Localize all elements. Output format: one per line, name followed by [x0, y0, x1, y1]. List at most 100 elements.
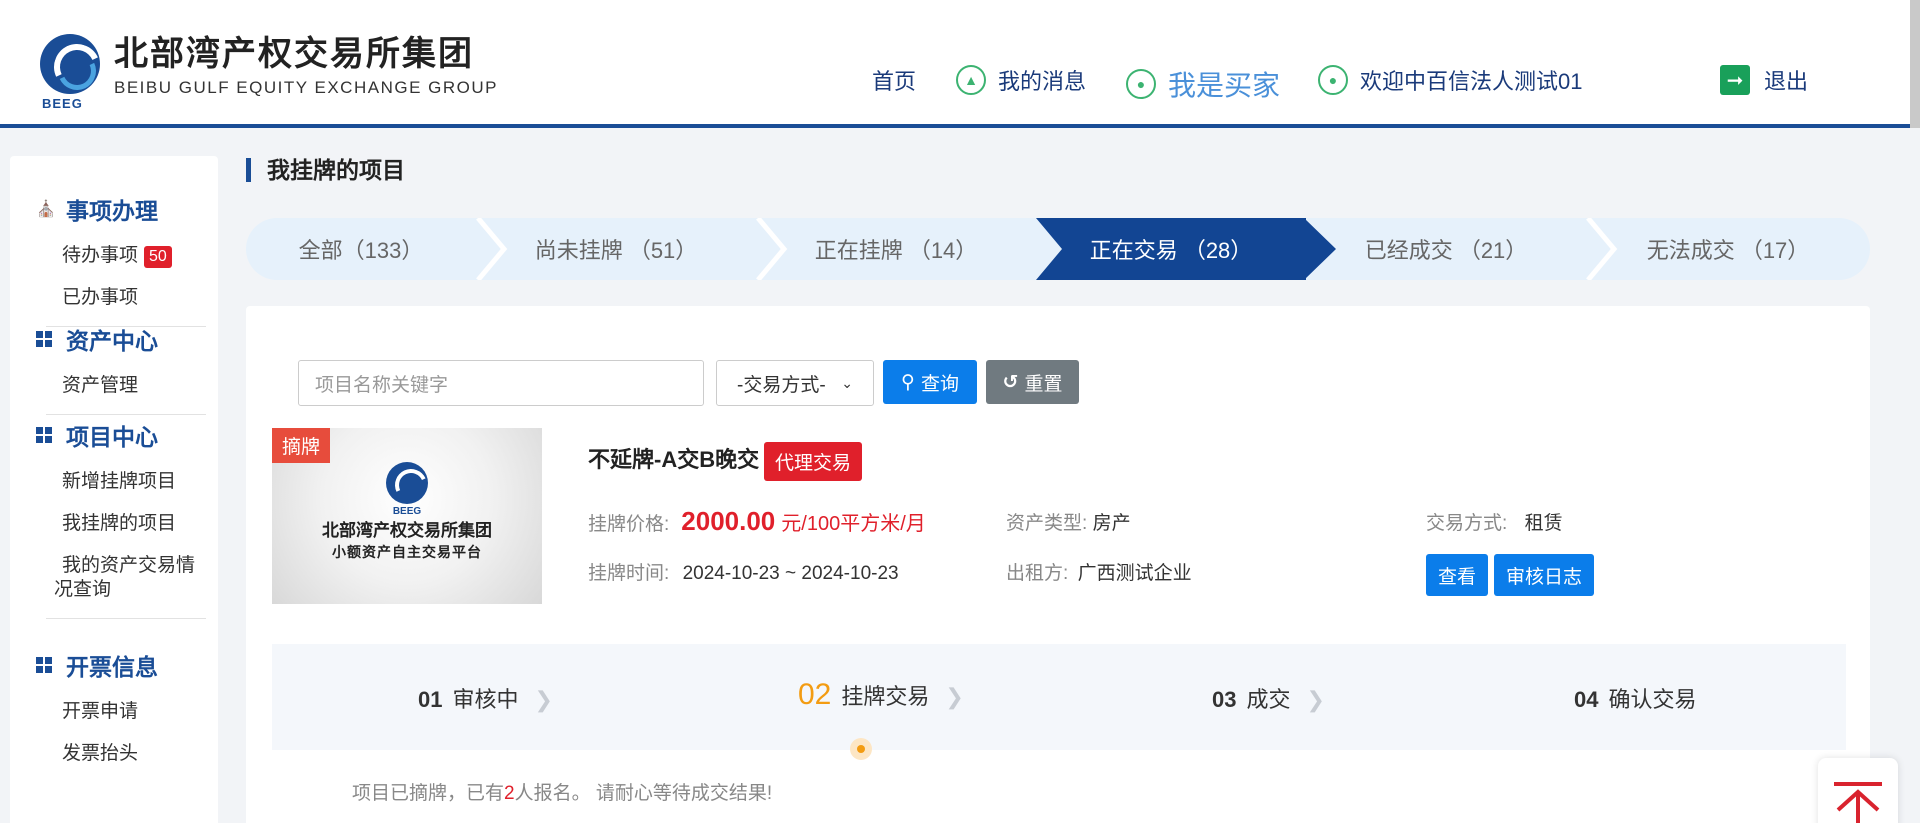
listing-time: 挂牌时间: 2024-10-23 ~ 2024-10-23 — [588, 558, 899, 585]
section-title: 开票信息 — [66, 654, 158, 680]
notice-suffix: 人报名。 请耐心等待成交结果! — [514, 783, 773, 804]
tab-completed[interactable]: 已经成交 （21） — [1306, 218, 1586, 280]
sidebar-item-invoice-header[interactable]: 发票抬头 — [62, 742, 206, 766]
query-button[interactable]: ⚲ 查询 — [883, 360, 977, 404]
pending-count-badge: 50 — [144, 246, 172, 268]
query-label: 查询 — [920, 373, 959, 395]
sidebar-item-my-listings[interactable]: 我挂牌的项目 — [62, 512, 206, 536]
chevron-right-icon: ❯ — [534, 687, 553, 712]
nav-messages-label: 我的消息 — [998, 69, 1087, 94]
price-label: 挂牌价格: — [588, 514, 670, 535]
logout-button[interactable]: ➞ 退出 — [1720, 64, 1808, 96]
applicant-count: 2 — [504, 783, 515, 804]
sidebar: ⛪ 事项办理 待办事项 50 已办事项 资产中心 资产管理 项目中心 新增挂牌项目… — [10, 156, 218, 823]
sidebar-item-pending[interactable]: 待办事项 50 — [62, 244, 206, 268]
item-label: 待办事项 — [62, 245, 139, 266]
progress-steps: 01 审核中 ❯ 02 挂牌交易 ❯ 03 成交 ❯ 04 确认交易 — [272, 644, 1846, 760]
delisted-tag: 摘牌 — [272, 428, 331, 463]
exit-icon: ➞ — [1720, 65, 1750, 95]
asset-type-label: 资产类型: — [1006, 513, 1088, 534]
nav-user-welcome[interactable]: ● 欢迎中百信法人测试01 — [1318, 64, 1582, 96]
audit-log-button[interactable]: 审核日志 — [1494, 554, 1594, 596]
scrollbar[interactable] — [1910, 0, 1920, 128]
trade-mode-value: 租赁 — [1524, 513, 1563, 534]
lessor-value: 广西测试企业 — [1077, 563, 1192, 584]
trade-mode: 交易方式: 租赁 — [1426, 508, 1563, 535]
step-confirm: 04 确认交易 — [1574, 682, 1697, 714]
tab-separator-icon — [476, 218, 508, 280]
sidebar-section-projects: 项目中心 新增挂牌项目 我挂牌的项目 我的资产交易情况查询 — [36, 418, 206, 619]
sidebar-item-transaction-query[interactable]: 我的资产交易情况查询 — [54, 554, 204, 602]
view-button[interactable]: 查看 — [1426, 554, 1488, 596]
grid-icon — [36, 427, 54, 443]
tab-all[interactable]: 全部（133） — [246, 218, 476, 280]
grid-icon — [36, 331, 54, 347]
divider — [46, 414, 206, 415]
tab-trading[interactable]: 正在交易 （28） — [1036, 218, 1306, 280]
notice-prefix: 项目已摘牌，已有 — [352, 783, 505, 804]
status-tabs: 全部（133） 尚未挂牌 （51） 正在挂牌 （14） 正在交易 （28） 已经… — [246, 218, 1870, 280]
reset-icon: ↺ — [1002, 371, 1019, 393]
step-listing-trade: 02 挂牌交易 ❯ — [798, 678, 964, 712]
section-title: 项目中心 — [66, 424, 158, 450]
tab-not-listed[interactable]: 尚未挂牌 （51） — [476, 218, 756, 280]
lessor-label: 出租方: — [1006, 563, 1069, 584]
project-keyword-input[interactable]: 项目名称关键字 — [298, 360, 704, 406]
search-icon: ⚲ — [901, 371, 915, 393]
home-icon: ⛪ — [36, 201, 56, 218]
nav-messages[interactable]: ▲ 我的消息 — [956, 64, 1086, 96]
time-value: 2024-10-23 ~ 2024-10-23 — [682, 563, 899, 584]
thumb-subtitle: 小额资产自主交易平台 — [332, 544, 482, 560]
nav-home-label: 首页 — [872, 69, 917, 94]
sidebar-item-invoice-apply[interactable]: 开票申请 — [62, 700, 206, 724]
step-label: 确认交易 — [1608, 687, 1697, 712]
sidebar-section-assets: 资产中心 资产管理 — [36, 322, 206, 415]
logo-english-name: BEIBU GULF EQUITY EXCHANGE GROUP — [114, 78, 498, 97]
nav-buyer-label: 我是买家 — [1168, 70, 1281, 101]
page-title: 我挂牌的项目 — [246, 158, 405, 182]
asset-type: 资产类型: 房产 — [1006, 508, 1131, 535]
user-icon: ● — [1318, 65, 1348, 95]
divider — [46, 618, 206, 619]
step-review: 01 审核中 ❯ — [418, 682, 553, 714]
back-to-top-button[interactable] — [1818, 758, 1898, 823]
trade-mode-select[interactable]: -交易方式- ⌄ — [716, 360, 874, 406]
tab-separator-icon — [1586, 218, 1618, 280]
tab-listing[interactable]: 正在挂牌 （14） — [756, 218, 1036, 280]
sidebar-item-done[interactable]: 已办事项 — [62, 286, 206, 310]
nav-buyer[interactable]: ● 我是买家 — [1126, 64, 1280, 104]
welcome-label: 欢迎中百信法人测试01 — [1360, 69, 1583, 94]
page-header: BEEG 北部湾产权交易所集团 BEIBU GULF EQUITY EXCHAN… — [0, 0, 1920, 128]
logo-abbr: BEEG — [42, 96, 83, 111]
thumb-title: 北部湾产权交易所集团 — [322, 521, 492, 540]
reset-button[interactable]: ↺ 重置 — [986, 360, 1079, 404]
project-thumbnail[interactable]: 摘牌 BEEG 北部湾产权交易所集团 小额资产自主交易平台 — [272, 428, 542, 604]
site-logo[interactable]: BEEG 北部湾产权交易所集团 BEIBU GULF EQUITY EXCHAN… — [38, 34, 498, 112]
section-title: 事项办理 — [66, 198, 158, 224]
step-number: 01 — [418, 687, 443, 712]
logout-label: 退出 — [1764, 69, 1809, 94]
listing-price: 挂牌价格: 2000.00 元/100平方米/月 — [588, 506, 926, 537]
user-icon: ● — [1126, 69, 1156, 99]
chevron-right-icon: ❯ — [1306, 687, 1325, 712]
project-name[interactable]: 不延牌-A交B晚交 — [588, 442, 759, 474]
select-value: -交易方式- — [737, 374, 826, 396]
tab-separator-icon — [756, 218, 788, 280]
tab-failed[interactable]: 无法成交 （17） — [1586, 218, 1870, 280]
sidebar-item-asset-management[interactable]: 资产管理 — [62, 374, 206, 398]
reset-label: 重置 — [1024, 373, 1063, 395]
beeg-logo-icon — [386, 462, 428, 504]
sidebar-item-new-listing[interactable]: 新增挂牌项目 — [62, 470, 206, 494]
status-notice: 项目已摘牌，已有2人报名。 请耐心等待成交结果! — [352, 778, 772, 805]
time-label: 挂牌时间: — [588, 563, 670, 584]
current-step-indicator — [850, 738, 872, 760]
nav-home[interactable]: 首页 — [872, 64, 916, 96]
agent-trade-badge: 代理交易 — [764, 442, 863, 481]
trade-mode-label: 交易方式: — [1426, 513, 1508, 534]
asset-type-value: 房产 — [1092, 513, 1131, 534]
beeg-logo-icon: BEEG — [38, 34, 102, 112]
step-deal: 03 成交 ❯ — [1212, 682, 1325, 714]
step-label: 挂牌交易 — [841, 684, 930, 709]
section-title: 资产中心 — [66, 328, 158, 354]
sidebar-section-invoices: 开票信息 开票申请 发票抬头 — [36, 648, 206, 766]
